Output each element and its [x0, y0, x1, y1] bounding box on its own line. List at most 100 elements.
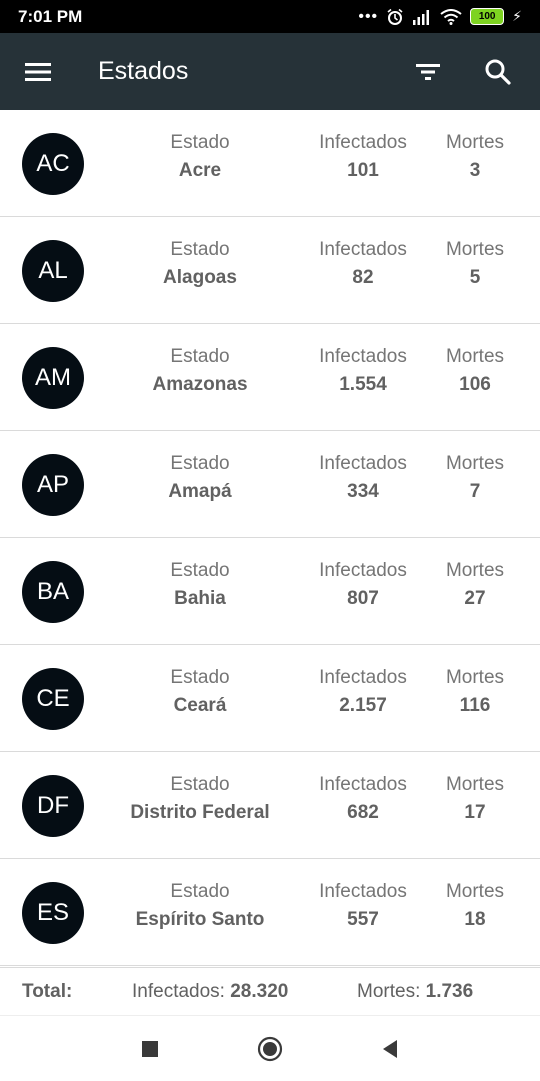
deaths-count: 106	[459, 374, 491, 395]
infected-count: 2.157	[339, 695, 387, 716]
total-deaths-value: 1.736	[425, 980, 474, 1002]
deaths-column: Mortes 18	[430, 881, 520, 931]
state-row[interactable]: CE Estado Ceará Infectados 2.157 Mortes …	[0, 645, 540, 752]
estado-label: Estado	[170, 346, 230, 367]
back-button[interactable]	[370, 1029, 410, 1069]
infected-column: Infectados 2.157	[300, 667, 426, 717]
menu-button[interactable]	[12, 46, 64, 98]
deaths-column: Mortes 17	[430, 774, 520, 824]
infected-count: 807	[347, 588, 379, 609]
infected-count: 682	[347, 802, 379, 823]
more-dots-icon: •••	[358, 7, 379, 25]
state-avatar: BA	[22, 561, 84, 623]
state-row[interactable]: AP Estado Amapá Infectados 334 Mortes 7	[0, 431, 540, 538]
search-button[interactable]	[472, 46, 524, 98]
mortes-label: Mortes	[445, 346, 505, 367]
deaths-count: 18	[464, 909, 486, 930]
estado-label: Estado	[170, 774, 230, 795]
mortes-label: Mortes	[445, 774, 505, 795]
state-avatar: ES	[22, 882, 84, 944]
deaths-column: Mortes 106	[430, 346, 520, 396]
state-name-column: Estado Bahia	[120, 560, 280, 610]
infected-column: Infectados 682	[300, 774, 426, 824]
state-row[interactable]: BA Estado Bahia Infectados 807 Mortes 27	[0, 538, 540, 645]
state-name-column: Estado Ceará	[120, 667, 280, 717]
state-row[interactable]: AM Estado Amazonas Infectados 1.554 Mort…	[0, 324, 540, 431]
state-avatar: AC	[22, 133, 84, 195]
state-row[interactable]: AC Estado Acre Infectados 101 Mortes 3	[0, 110, 540, 217]
state-name: Acre	[178, 160, 222, 181]
infected-column: Infectados 334	[300, 453, 426, 503]
state-avatar: CE	[22, 668, 84, 730]
app-bar: Estados	[0, 33, 540, 110]
home-button[interactable]	[250, 1029, 290, 1069]
mortes-label: Mortes	[445, 881, 505, 902]
status-icons: ••• 100 ⚡	[358, 8, 522, 26]
deaths-column: Mortes 116	[430, 667, 520, 717]
deaths-count: 116	[459, 695, 491, 716]
totals-bar: Total: Infectados: 28.320 Mortes: 1.736	[0, 967, 540, 1015]
state-name-column: Estado Espírito Santo	[120, 881, 280, 931]
infected-count: 101	[347, 160, 379, 181]
battery-icon: 100	[470, 8, 505, 25]
total-label: Total:	[22, 980, 73, 1002]
deaths-column: Mortes 27	[430, 560, 520, 610]
total-deaths-label: Mortes:	[357, 980, 421, 1002]
state-avatar: AP	[22, 454, 84, 516]
state-avatar: AM	[22, 347, 84, 409]
total-infected: Infectados: 28.320	[132, 981, 288, 1003]
recents-square-icon	[142, 1040, 158, 1057]
search-icon	[485, 59, 511, 85]
state-row[interactable]: AL Estado Alagoas Infectados 82 Mortes 5	[0, 217, 540, 324]
deaths-count: 7	[469, 481, 481, 502]
infectados-label: Infectados	[319, 881, 407, 902]
state-row[interactable]: ES Estado Espírito Santo Infectados 557 …	[0, 859, 540, 966]
state-name: Bahia	[174, 588, 226, 609]
state-name: Alagoas	[163, 267, 237, 288]
status-bar: 7:01 PM ••• 100 ⚡	[0, 0, 540, 33]
mortes-label: Mortes	[445, 239, 505, 260]
wifi-icon	[440, 8, 462, 25]
infectados-label: Infectados	[319, 346, 407, 367]
recents-button[interactable]	[130, 1029, 170, 1069]
infected-column: Infectados 557	[300, 881, 426, 931]
back-triangle-icon	[383, 1039, 397, 1058]
mortes-label: Mortes	[445, 453, 505, 474]
deaths-column: Mortes 3	[430, 132, 520, 182]
states-list: AC Estado Acre Infectados 101 Mortes 3 A…	[0, 110, 540, 966]
infected-column: Infectados 1.554	[300, 346, 426, 396]
deaths-count: 27	[464, 588, 486, 609]
filter-icon	[416, 63, 440, 80]
estado-label: Estado	[170, 560, 230, 581]
total-deaths: Mortes: 1.736	[357, 981, 473, 1003]
infectados-label: Infectados	[319, 560, 407, 581]
infected-column: Infectados 101	[300, 132, 426, 182]
system-nav-bar	[0, 1015, 540, 1081]
infected-count: 334	[347, 481, 379, 502]
mortes-label: Mortes	[445, 560, 505, 581]
deaths-count: 5	[469, 267, 481, 288]
estado-label: Estado	[170, 453, 230, 474]
signal-icon	[413, 9, 430, 25]
state-name: Amazonas	[152, 374, 248, 395]
state-name-column: Estado Distrito Federal	[120, 774, 280, 824]
state-avatar: AL	[22, 240, 84, 302]
estado-label: Estado	[170, 667, 230, 688]
hamburger-menu-icon	[25, 62, 51, 81]
home-circle-icon	[257, 1036, 283, 1061]
state-name-column: Estado Alagoas	[120, 239, 280, 289]
mortes-label: Mortes	[445, 132, 505, 153]
infectados-label: Infectados	[319, 453, 407, 474]
state-name: Ceará	[173, 695, 227, 716]
infectados-label: Infectados	[319, 132, 407, 153]
state-name-column: Estado Amazonas	[120, 346, 280, 396]
infectados-label: Infectados	[319, 774, 407, 795]
deaths-column: Mortes 7	[430, 453, 520, 503]
infected-count: 557	[347, 909, 379, 930]
estado-label: Estado	[170, 132, 230, 153]
state-name-column: Estado Acre	[120, 132, 280, 182]
deaths-count: 17	[464, 802, 486, 823]
state-row[interactable]: DF Estado Distrito Federal Infectados 68…	[0, 752, 540, 859]
filter-button[interactable]	[402, 46, 454, 98]
deaths-column: Mortes 5	[430, 239, 520, 289]
